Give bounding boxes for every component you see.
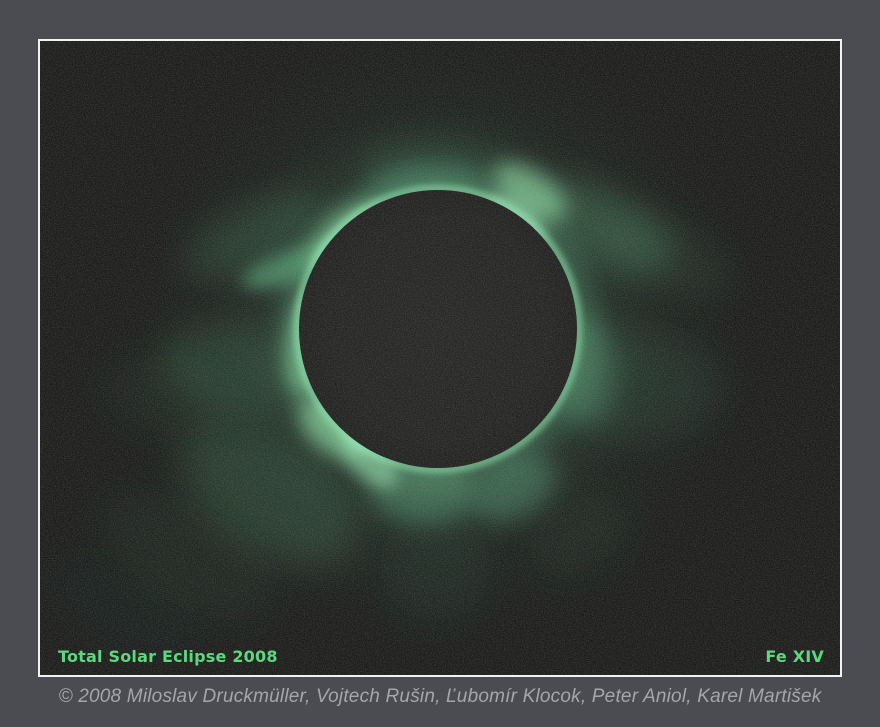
filter-name-label: Fe XIV bbox=[765, 649, 824, 665]
eclipse-photo: Total Solar Eclipse 2008 Fe XIV bbox=[38, 39, 842, 677]
photo-page: Total Solar Eclipse 2008 Fe XIV © 2008 M… bbox=[0, 0, 880, 727]
film-grain-overlay bbox=[40, 41, 840, 675]
eclipse-corona-art bbox=[40, 41, 840, 675]
photo-title: Total Solar Eclipse 2008 bbox=[58, 649, 278, 665]
copyright-caption: © 2008 Miloslav Druckmüller, Vojtech Ruš… bbox=[0, 686, 880, 708]
